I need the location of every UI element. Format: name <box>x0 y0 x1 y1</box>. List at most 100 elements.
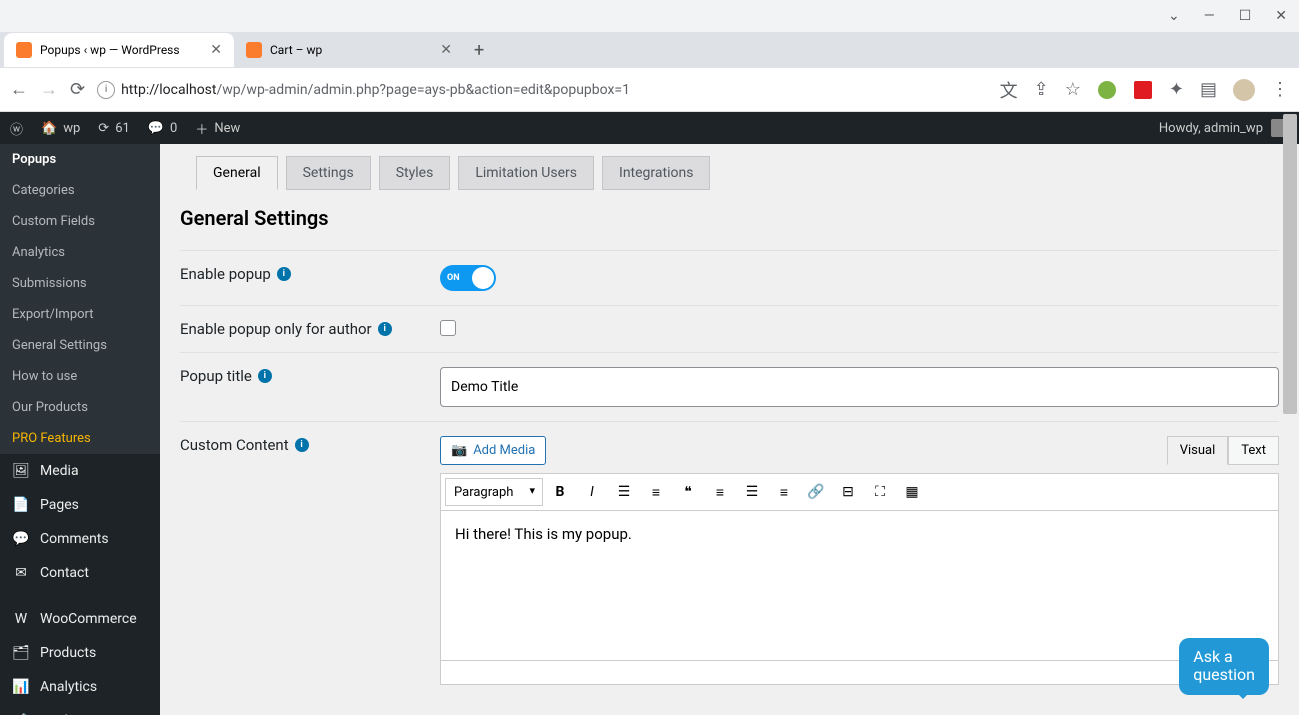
row-custom-content: Custom Content i 📷 Add Media Visual Text… <box>180 421 1279 699</box>
window-close-icon[interactable]: ✕ <box>1275 8 1287 24</box>
sidebar-item-products[interactable]: 🗂Products <box>0 636 160 670</box>
sidebar-item-export-import[interactable]: Export/Import <box>0 299 160 330</box>
row-popup-title: Popup title i <box>180 352 1279 421</box>
tab-close-icon[interactable]: ✕ <box>210 42 222 58</box>
sidebar-item-analytics[interactable]: Analytics <box>0 237 160 268</box>
sidebar-item-pages[interactable]: 📄Pages <box>0 488 160 522</box>
browser-tabs: Popups ‹ wp — WordPress ✕ Cart – wp ✕ + <box>0 32 1299 68</box>
url-bar[interactable]: i http://localhost/wp/wp-admin/admin.php… <box>97 81 988 99</box>
browser-menu-icon[interactable]: ⋮ <box>1271 79 1289 100</box>
align-center-button[interactable]: ☰ <box>737 478 767 506</box>
popup-title-input[interactable] <box>440 367 1279 407</box>
scrollbar[interactable] <box>1283 114 1297 414</box>
sidebar-item-contact[interactable]: ✉Contact <box>0 556 160 590</box>
share-icon[interactable]: ⇪ <box>1034 79 1049 100</box>
editor-text-tab[interactable]: Text <box>1228 436 1279 465</box>
browser-tab[interactable]: Cart – wp ✕ <box>234 33 464 67</box>
pages-icon: 📄 <box>12 496 30 514</box>
window-minimize-icon[interactable]: — <box>1204 8 1215 24</box>
window-maximize-icon[interactable]: ☐ <box>1239 8 1252 24</box>
tab-close-icon[interactable]: ✕ <box>440 42 452 58</box>
sidebar-item-categories[interactable]: Categories <box>0 175 160 206</box>
editor-content[interactable]: Hi there! This is my popup. <box>440 511 1279 661</box>
nav-forward-icon[interactable]: → <box>40 79 58 100</box>
analytics-icon: 📊 <box>12 678 30 696</box>
contact-icon: ✉ <box>12 564 30 582</box>
info-icon[interactable]: i <box>378 322 392 336</box>
sidebar-item-custom-fields[interactable]: Custom Fields <box>0 206 160 237</box>
extension-green-icon[interactable] <box>1097 80 1117 100</box>
profile-avatar[interactable] <box>1233 79 1255 101</box>
bullet-list-button[interactable]: ☰ <box>609 478 639 506</box>
tab-title: Popups ‹ wp — WordPress <box>40 43 180 57</box>
extension-pdf-icon[interactable] <box>1133 80 1153 100</box>
info-icon[interactable]: i <box>277 267 291 281</box>
author-only-checkbox[interactable] <box>440 320 456 336</box>
nav-reload-icon[interactable]: ⟳ <box>70 79 85 100</box>
sidebar-item-popups[interactable]: Popups <box>0 144 160 175</box>
format-select[interactable]: Paragraph <box>445 478 543 506</box>
window-dropdown-icon[interactable]: ⌄ <box>1168 8 1180 24</box>
italic-button[interactable]: I <box>577 478 607 506</box>
custom-content-label: Custom Content <box>180 436 289 454</box>
link-button[interactable]: 🔗 <box>801 478 831 506</box>
favicon-icon <box>16 42 32 58</box>
new-content-link[interactable]: ＋ New <box>195 119 240 138</box>
window-controls: ⌄ — ☐ ✕ <box>0 0 1299 32</box>
comments-icon: 💬 <box>12 530 30 548</box>
sidebar-item-comments[interactable]: 💬Comments <box>0 522 160 556</box>
tab-styles[interactable]: Styles <box>379 156 451 190</box>
sidebar-item-our-products[interactable]: Our Products <box>0 392 160 423</box>
sidebar-item-pro-features[interactable]: PRO Features <box>0 423 160 454</box>
tab-integrations[interactable]: Integrations <box>602 156 710 190</box>
info-icon[interactable]: i <box>295 438 309 452</box>
enable-popup-toggle[interactable]: ON <box>440 265 496 291</box>
row-enable-popup: Enable popup i ON <box>180 250 1279 305</box>
comments-link[interactable]: 💬 0 <box>148 121 178 136</box>
ask-question-button[interactable]: Ask aquestion <box>1179 638 1269 695</box>
popup-title-label: Popup title <box>180 367 252 385</box>
sidebar-item-woocommerce[interactable]: WWooCommerce <box>0 602 160 636</box>
sidebar-item-general-settings[interactable]: General Settings <box>0 330 160 361</box>
tab-general[interactable]: General <box>196 156 278 190</box>
products-icon: 🗂 <box>12 644 30 662</box>
editor-visual-tab[interactable]: Visual <box>1167 436 1229 465</box>
fullscreen-button[interactable]: ⛶ <box>865 478 895 506</box>
align-right-button[interactable]: ≡ <box>769 478 799 506</box>
nav-back-icon[interactable]: ← <box>10 79 28 100</box>
number-list-button[interactable]: ≡ <box>641 478 671 506</box>
sidebar-item-media[interactable]: 🖼Media <box>0 454 160 488</box>
favicon-icon <box>246 42 262 58</box>
woocommerce-icon: W <box>12 610 30 628</box>
site-info-icon[interactable]: i <box>97 81 115 99</box>
editor-toolbar: Paragraph B I ☰ ≡ ❝ ≡ ☰ ≡ 🔗 ⊟ ⛶ ▦ <box>440 473 1279 511</box>
wp-logo-icon[interactable]: ⓦ <box>10 119 23 138</box>
reading-list-icon[interactable]: ▤ <box>1200 79 1217 100</box>
tab-settings[interactable]: Settings <box>286 156 371 190</box>
sidebar-item-how-to-use[interactable]: How to use <box>0 361 160 392</box>
browser-tab-active[interactable]: Popups ‹ wp — WordPress ✕ <box>4 33 234 67</box>
extensions-icon[interactable]: ✦ <box>1169 79 1184 100</box>
toggle-knob <box>472 267 494 289</box>
sidebar-item-submissions[interactable]: Submissions <box>0 268 160 299</box>
updates-link[interactable]: ⟳ 61 <box>98 121 130 136</box>
site-link[interactable]: 🏠 wp <box>41 121 80 136</box>
howdy-label[interactable]: Howdy, admin_wp <box>1159 121 1263 136</box>
toolbar-toggle-button[interactable]: ▦ <box>897 478 927 506</box>
address-bar-row: ← → ⟳ i http://localhost/wp/wp-admin/adm… <box>0 68 1299 112</box>
camera-icon: 📷 <box>451 443 467 458</box>
author-only-label: Enable popup only for author <box>180 320 372 338</box>
tab-limitation-users[interactable]: Limitation Users <box>458 156 594 190</box>
wp-admin-bar: ⓦ 🏠 wp ⟳ 61 💬 0 ＋ New Howdy, admin_wp <box>0 112 1299 144</box>
info-icon[interactable]: i <box>258 369 272 383</box>
new-tab-button[interactable]: + <box>464 36 494 65</box>
quote-button[interactable]: ❝ <box>673 478 703 506</box>
sidebar-item-analytics-2[interactable]: 📊Analytics <box>0 670 160 704</box>
bookmark-icon[interactable]: ☆ <box>1065 79 1081 100</box>
sidebar-item-marketing[interactable]: 📣Marketing <box>0 704 160 715</box>
add-media-button[interactable]: 📷 Add Media <box>440 436 546 465</box>
translate-icon[interactable]: 文 <box>1000 77 1018 103</box>
align-left-button[interactable]: ≡ <box>705 478 735 506</box>
bold-button[interactable]: B <box>545 478 575 506</box>
readmore-button[interactable]: ⊟ <box>833 478 863 506</box>
